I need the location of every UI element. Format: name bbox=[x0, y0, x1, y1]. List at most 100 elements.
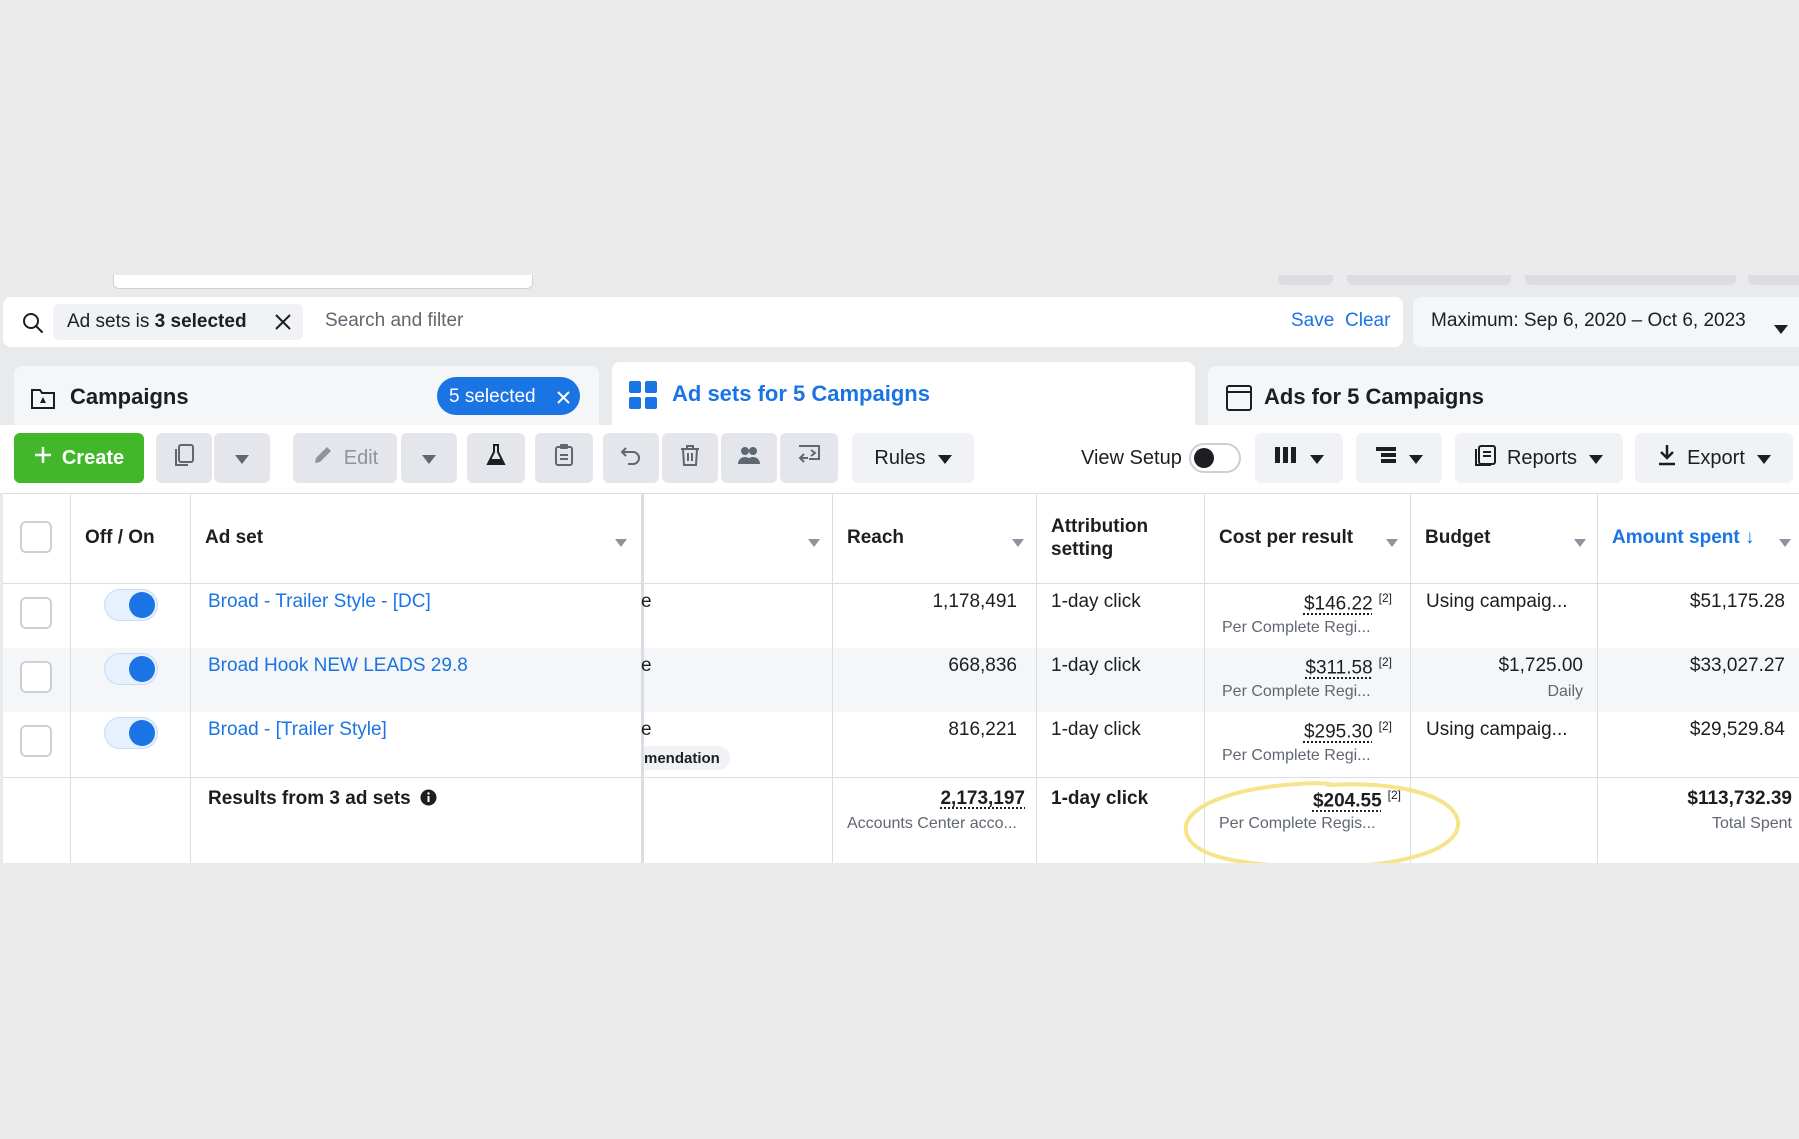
create-label: Create bbox=[61, 446, 125, 469]
cutoff-button bbox=[1525, 275, 1736, 285]
chevron-down-icon[interactable] bbox=[1779, 534, 1791, 552]
tab-ad-sets[interactable]: Ad sets for 5 Campaigns bbox=[612, 362, 1195, 426]
columns-button[interactable] bbox=[1255, 433, 1343, 483]
duplicate-dropdown[interactable] bbox=[214, 433, 270, 483]
filter-chip-label: Ad sets is 3 selected bbox=[67, 311, 247, 332]
export-button[interactable]: Export bbox=[1635, 433, 1793, 483]
undo-icon bbox=[620, 444, 642, 472]
edit-button[interactable]: Edit bbox=[293, 433, 397, 483]
tab-campaigns[interactable]: Campaigns 5 selected bbox=[14, 366, 599, 426]
adset-toggle[interactable] bbox=[104, 653, 158, 685]
reports-button[interactable]: Reports bbox=[1455, 433, 1623, 483]
cutoff-button bbox=[1347, 275, 1511, 285]
view-setup-label: View Setup bbox=[1081, 447, 1182, 469]
column-header-ad-set[interactable]: Ad set bbox=[205, 526, 263, 549]
reports-icon bbox=[1474, 444, 1497, 472]
column-header-reach[interactable]: Reach bbox=[847, 526, 904, 549]
preview-button[interactable] bbox=[780, 433, 838, 483]
row-checkbox[interactable] bbox=[20, 597, 52, 629]
edit-dropdown[interactable] bbox=[401, 433, 457, 483]
adset-toggle[interactable] bbox=[104, 717, 158, 749]
totals-attribution: 1-day click bbox=[1051, 788, 1149, 809]
hidden-column-text: e bbox=[641, 719, 652, 740]
clipboard-button[interactable] bbox=[535, 433, 593, 483]
undo-button[interactable] bbox=[603, 433, 659, 483]
cost-per-result-value: $146.22 [2] bbox=[1303, 591, 1392, 615]
edit-label: Edit bbox=[343, 446, 379, 469]
column-header-off-on[interactable]: Off / On bbox=[85, 526, 155, 549]
cost-per-result-value: $311.58 [2] bbox=[1305, 655, 1392, 679]
info-icon[interactable] bbox=[420, 789, 437, 812]
close-icon[interactable] bbox=[556, 389, 571, 411]
search-input[interactable] bbox=[325, 310, 925, 332]
grid-icon bbox=[628, 380, 658, 415]
hidden-column-text: e bbox=[641, 655, 652, 676]
cost-per-result-label: Per Complete Regi... bbox=[1222, 683, 1371, 700]
folder-icon bbox=[30, 386, 56, 415]
swap-icon bbox=[797, 444, 821, 472]
date-range-picker[interactable]: Maximum: Sep 6, 2020 – Oct 6, 2023 bbox=[1413, 297, 1799, 347]
column-header-cost-per-result[interactable]: Cost per result bbox=[1219, 526, 1353, 549]
chevron-down-icon[interactable] bbox=[1012, 534, 1024, 552]
rules-button[interactable]: Rules bbox=[852, 433, 974, 483]
budget-period: Daily bbox=[1547, 683, 1583, 700]
chevron-down-icon bbox=[1756, 447, 1771, 470]
adset-toggle[interactable] bbox=[104, 589, 158, 621]
ad-icon bbox=[1226, 385, 1252, 416]
column-header-attribution[interactable]: Attribution setting bbox=[1051, 515, 1148, 561]
chevron-down-icon bbox=[1310, 447, 1324, 470]
search-icon bbox=[21, 311, 45, 340]
breakdown-button[interactable] bbox=[1356, 433, 1442, 483]
people-icon bbox=[737, 444, 761, 472]
audience-button[interactable] bbox=[721, 433, 777, 483]
rules-label: Rules bbox=[874, 446, 926, 469]
filter-chip[interactable]: Ad sets is 3 selected bbox=[53, 304, 303, 340]
chevron-down-icon[interactable] bbox=[1574, 534, 1586, 552]
tab-ad-sets-label: Ad sets for 5 Campaigns bbox=[672, 381, 930, 406]
tab-ads-label: Ads for 5 Campaigns bbox=[1264, 384, 1485, 409]
create-button[interactable]: Create bbox=[14, 433, 144, 483]
ab-test-button[interactable] bbox=[467, 433, 525, 483]
chevron-down-icon[interactable] bbox=[615, 534, 627, 552]
budget-value: Using campaig... bbox=[1426, 719, 1568, 740]
cost-per-result-label: Per Complete Regi... bbox=[1222, 747, 1371, 764]
totals-label: Results from 3 ad sets bbox=[208, 788, 437, 812]
adset-name-link[interactable]: Broad - [Trailer Style] bbox=[208, 719, 387, 741]
view-setup-toggle[interactable] bbox=[1189, 443, 1241, 473]
tab-ads[interactable]: Ads for 5 Campaigns bbox=[1208, 366, 1799, 426]
select-all-checkbox[interactable] bbox=[20, 521, 52, 553]
chevron-down-icon[interactable] bbox=[1386, 534, 1398, 552]
row-checkbox[interactable] bbox=[20, 661, 52, 693]
recommendation-label: mendation bbox=[644, 750, 720, 767]
toolbar: Create Edit Rules View Setup Reports Exp… bbox=[0, 425, 1799, 493]
adset-name-link[interactable]: Broad - Trailer Style - [DC] bbox=[208, 591, 431, 613]
recommendation-badge[interactable]: mendation bbox=[644, 746, 730, 770]
cutoff-button bbox=[1278, 275, 1333, 285]
row-checkbox[interactable] bbox=[20, 725, 52, 757]
delete-button[interactable] bbox=[662, 433, 718, 483]
budget-value: $1,725.00 bbox=[1498, 655, 1583, 676]
budget-value: Using campaig... bbox=[1426, 591, 1568, 612]
columns-icon bbox=[1274, 445, 1298, 471]
clear-filter-link[interactable]: Clear bbox=[1345, 310, 1390, 332]
chevron-down-icon bbox=[1774, 318, 1788, 340]
frozen-column-divider bbox=[641, 493, 644, 863]
chevron-down-icon[interactable] bbox=[808, 534, 820, 552]
export-label: Export bbox=[1687, 446, 1745, 469]
reach-value: 1,178,491 bbox=[932, 591, 1017, 612]
amount-spent-value: $29,529.84 bbox=[1689, 719, 1785, 740]
column-header-budget[interactable]: Budget bbox=[1425, 526, 1490, 549]
cost-per-result-label: Per Complete Regi... bbox=[1222, 619, 1371, 636]
selected-count-pill[interactable]: 5 selected bbox=[437, 377, 580, 415]
totals-cost-label: Per Complete Regis... bbox=[1219, 815, 1376, 832]
pencil-icon bbox=[312, 444, 334, 472]
reports-label: Reports bbox=[1506, 446, 1578, 469]
duplicate-button[interactable] bbox=[156, 433, 212, 483]
chevron-down-icon bbox=[1589, 447, 1604, 470]
adset-name-link[interactable]: Broad Hook NEW LEADS 29.8 bbox=[208, 655, 468, 677]
attribution-value: 1-day click bbox=[1051, 719, 1141, 740]
column-header-amount-spent[interactable]: Amount spent ↓ bbox=[1612, 526, 1755, 549]
close-icon[interactable] bbox=[273, 312, 293, 338]
save-filter-link[interactable]: Save bbox=[1291, 310, 1334, 332]
chevron-down-icon bbox=[422, 447, 436, 470]
